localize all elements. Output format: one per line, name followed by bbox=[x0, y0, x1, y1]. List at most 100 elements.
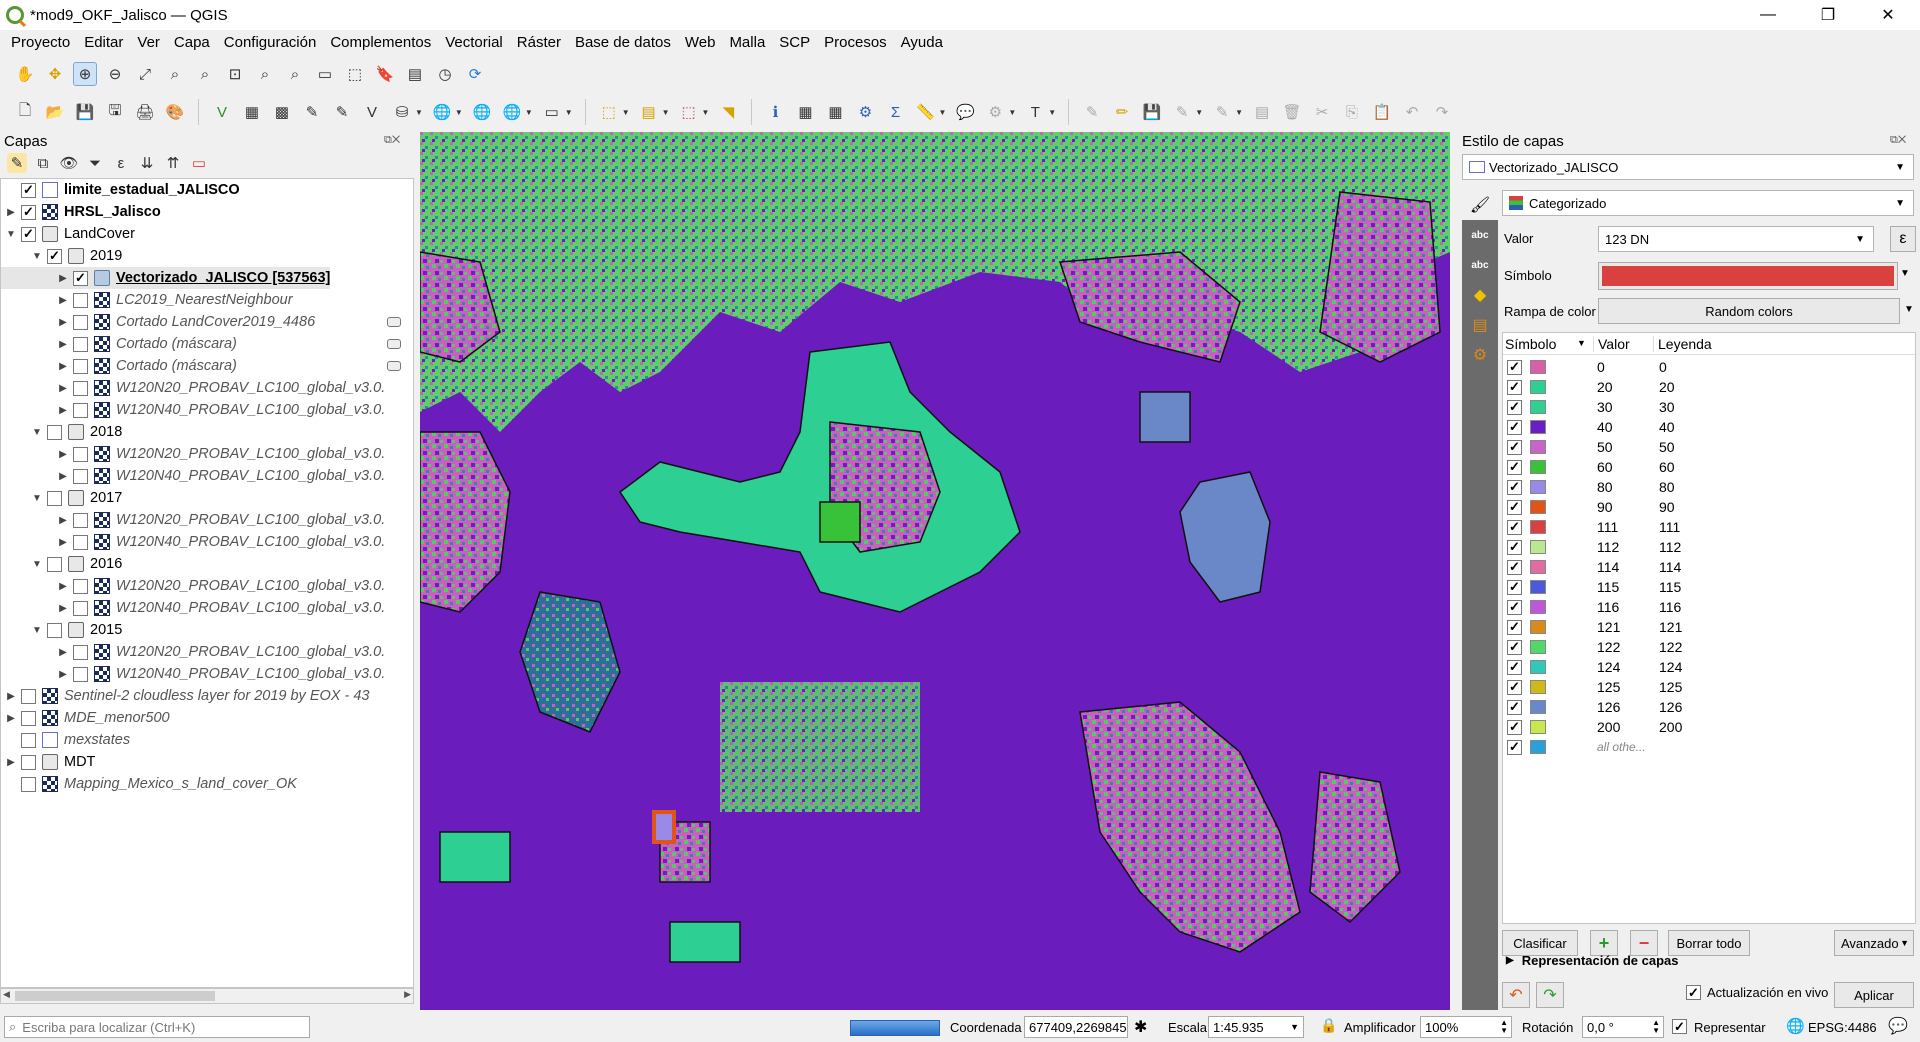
chevron-down-icon[interactable]: ▼ bbox=[565, 108, 573, 117]
chevron-right-icon[interactable]: ▶ bbox=[5, 713, 17, 724]
chevron-right-icon[interactable]: ▶ bbox=[57, 295, 69, 306]
layer-item[interactable]: ▼ 2017 bbox=[1, 487, 122, 509]
zoom-last-icon[interactable]: ⌕ bbox=[253, 62, 277, 86]
chevron-down-icon[interactable]: ▼ bbox=[31, 493, 43, 504]
layer-visibility-checkbox[interactable] bbox=[47, 556, 62, 572]
category-checkbox[interactable]: ✓ bbox=[1507, 379, 1522, 395]
vertex-tool-icon[interactable]: ✎ bbox=[1210, 100, 1234, 124]
field-calculator-icon[interactable]: ▦ bbox=[823, 100, 847, 124]
select-features-icon[interactable]: ⬚ bbox=[597, 100, 621, 124]
category-row[interactable]: ✓ 115 115 bbox=[1503, 577, 1915, 597]
category-checkbox[interactable]: ✓ bbox=[1507, 699, 1522, 715]
category-symbol-swatch[interactable] bbox=[1530, 700, 1546, 714]
lock-scale-icon[interactable]: 🔒 bbox=[1320, 1017, 1337, 1034]
labels-tab-icon[interactable]: abc bbox=[1462, 220, 1498, 250]
chevron-down-icon[interactable]: ▼ bbox=[1195, 108, 1203, 117]
layer-item[interactable]: ▶ W120N20_PROBAV_LC100_global_v3.0. bbox=[1, 377, 385, 399]
add-wcs-layer-icon[interactable]: 🌐 bbox=[500, 100, 524, 124]
new-project-icon[interactable]: 🗋 bbox=[13, 100, 37, 124]
layer-visibility-checkbox[interactable]: ✓ bbox=[21, 226, 36, 242]
layer-visibility-checkbox[interactable] bbox=[73, 380, 88, 396]
layer-visibility-checkbox[interactable] bbox=[73, 644, 88, 660]
symbol-button[interactable] bbox=[1598, 262, 1898, 290]
menu-ayuda[interactable]: Ayuda bbox=[894, 34, 950, 51]
category-checkbox[interactable]: ✓ bbox=[1507, 739, 1522, 755]
layer-item[interactable]: ▼ 2016 bbox=[1, 553, 122, 575]
category-row[interactable]: ✓ 50 50 bbox=[1503, 437, 1915, 457]
advanced-button[interactable]: Avanzado ▼ bbox=[1834, 930, 1914, 956]
3d-view-tab-icon[interactable]: ◆ bbox=[1462, 280, 1498, 310]
layer-rendering-section[interactable]: ▶ Representación de capas bbox=[1506, 953, 1679, 968]
layer-visibility-checkbox[interactable] bbox=[21, 776, 36, 792]
category-checkbox[interactable]: ✓ bbox=[1507, 399, 1522, 415]
redo-icon[interactable]: ↷ bbox=[1430, 100, 1454, 124]
category-row[interactable]: ✓ 30 30 bbox=[1503, 397, 1915, 417]
chevron-down-icon[interactable]: ▼ bbox=[525, 108, 533, 117]
category-row[interactable]: ✓ 20 20 bbox=[1503, 377, 1915, 397]
menu-vectorial[interactable]: Vectorial bbox=[438, 34, 510, 51]
live-update-checkbox[interactable]: ✓ bbox=[1686, 985, 1701, 1000]
layer-item[interactable]: ▶ W120N40_PROBAV_LC100_global_v3.0. bbox=[1, 663, 385, 685]
chevron-down-icon[interactable]: ▼ bbox=[1048, 108, 1056, 117]
live-update-toggle[interactable]: ✓ Actualización en vivo bbox=[1686, 985, 1828, 1000]
chevron-down-icon[interactable]: ▼ bbox=[415, 108, 423, 117]
chevron-right-icon[interactable]: ▶ bbox=[5, 757, 17, 768]
select-by-value-icon[interactable]: ▤ bbox=[637, 100, 661, 124]
category-row[interactable]: ✓ 200 200 bbox=[1503, 717, 1915, 737]
show-bookmarks-icon[interactable]: ▤ bbox=[403, 62, 427, 86]
chevron-right-icon[interactable]: ▶ bbox=[57, 537, 69, 548]
crs-globe-icon[interactable]: 🌐 bbox=[1786, 1017, 1805, 1035]
delete-selected-icon[interactable]: 🗑 bbox=[1280, 100, 1304, 124]
category-checkbox[interactable]: ✓ bbox=[1507, 599, 1522, 615]
layer-item[interactable]: ▶ Cortado (máscara) bbox=[1, 333, 401, 355]
add-wfs-layer-icon[interactable]: 🌐 bbox=[430, 100, 454, 124]
print-layout-icon[interactable]: 🖨 bbox=[133, 100, 157, 124]
category-row[interactable]: ✓ 125 125 bbox=[1503, 677, 1915, 697]
category-checkbox[interactable]: ✓ bbox=[1507, 559, 1522, 575]
chevron-down-icon[interactable]: ▼ bbox=[1904, 304, 1914, 315]
chevron-right-icon[interactable]: ▶ bbox=[57, 515, 69, 526]
layer-item[interactable]: ▶ ✓ HRSL_Jalisco bbox=[1, 201, 161, 223]
category-symbol-swatch[interactable] bbox=[1530, 480, 1546, 494]
menu-editar[interactable]: Editar bbox=[77, 34, 130, 51]
chevron-right-icon[interactable]: ▶ bbox=[57, 647, 69, 658]
delete-all-button[interactable]: Borrar todo bbox=[1668, 930, 1750, 956]
save-edits-icon[interactable]: 💾 bbox=[1140, 100, 1164, 124]
layer-item[interactable]: ▼ ✓ LandCover bbox=[1, 223, 135, 245]
copy-features-icon[interactable]: ⎘ bbox=[1340, 100, 1364, 124]
chevron-right-icon[interactable]: ▶ bbox=[57, 405, 69, 416]
processing-toolbox-icon[interactable]: ⚙ bbox=[853, 100, 877, 124]
layer-item[interactable]: ▶ Cortado LandCover2019_4486 bbox=[1, 311, 401, 333]
layer-visibility-checkbox[interactable] bbox=[21, 732, 36, 748]
category-checkbox[interactable]: ✓ bbox=[1507, 679, 1522, 695]
renderer-select[interactable]: Categorizado ▼ bbox=[1502, 190, 1914, 216]
layer-visibility-checkbox[interactable] bbox=[73, 358, 88, 374]
layer-item[interactable]: ▼ 2015 bbox=[1, 619, 122, 641]
layer-item[interactable]: ▼ ✓ 2019 bbox=[1, 245, 122, 267]
layer-item[interactable]: ▶ W120N20_PROBAV_LC100_global_v3.0. bbox=[1, 443, 385, 465]
layer-visibility-checkbox[interactable] bbox=[73, 578, 88, 594]
category-row[interactable]: ✓ 126 126 bbox=[1503, 697, 1915, 717]
scroll-left-icon[interactable]: ◀ bbox=[3, 989, 10, 1000]
category-row[interactable]: ✓ 0 0 bbox=[1503, 357, 1915, 377]
chevron-right-icon[interactable]: ▶ bbox=[5, 207, 17, 218]
save-project-icon[interactable]: 💾 bbox=[73, 100, 97, 124]
rotation-field[interactable]: 0,0 ° ▲ ▼ bbox=[1582, 1016, 1664, 1038]
category-symbol-swatch[interactable] bbox=[1530, 620, 1546, 634]
chevron-down-icon[interactable]: ▼ bbox=[702, 108, 710, 117]
chevron-right-icon[interactable]: ▶ bbox=[57, 603, 69, 614]
select-location-icon[interactable]: ◥ bbox=[716, 100, 740, 124]
add-xyz-layer-icon[interactable]: 🌐 bbox=[470, 100, 494, 124]
save-as-icon[interactable]: 🖫 bbox=[103, 100, 127, 124]
statistics-sum-icon[interactable]: Σ bbox=[883, 100, 907, 124]
panel-float-close-icon[interactable]: ⧉✕ bbox=[384, 134, 400, 147]
chevron-down-icon[interactable]: ▼ bbox=[622, 108, 630, 117]
add-virtual-layer-icon[interactable]: V bbox=[360, 100, 384, 124]
chevron-right-icon[interactable]: ▶ bbox=[5, 691, 17, 702]
category-symbol-swatch[interactable] bbox=[1530, 560, 1546, 574]
layer-item[interactable]: ▶ W120N20_PROBAV_LC100_global_v3.0. bbox=[1, 575, 385, 597]
chevron-down-icon[interactable]: ▼ bbox=[662, 108, 670, 117]
close-button[interactable]: ✕ bbox=[1860, 0, 1916, 30]
category-checkbox[interactable]: ✓ bbox=[1507, 419, 1522, 435]
menu-ver[interactable]: Ver bbox=[130, 34, 167, 51]
